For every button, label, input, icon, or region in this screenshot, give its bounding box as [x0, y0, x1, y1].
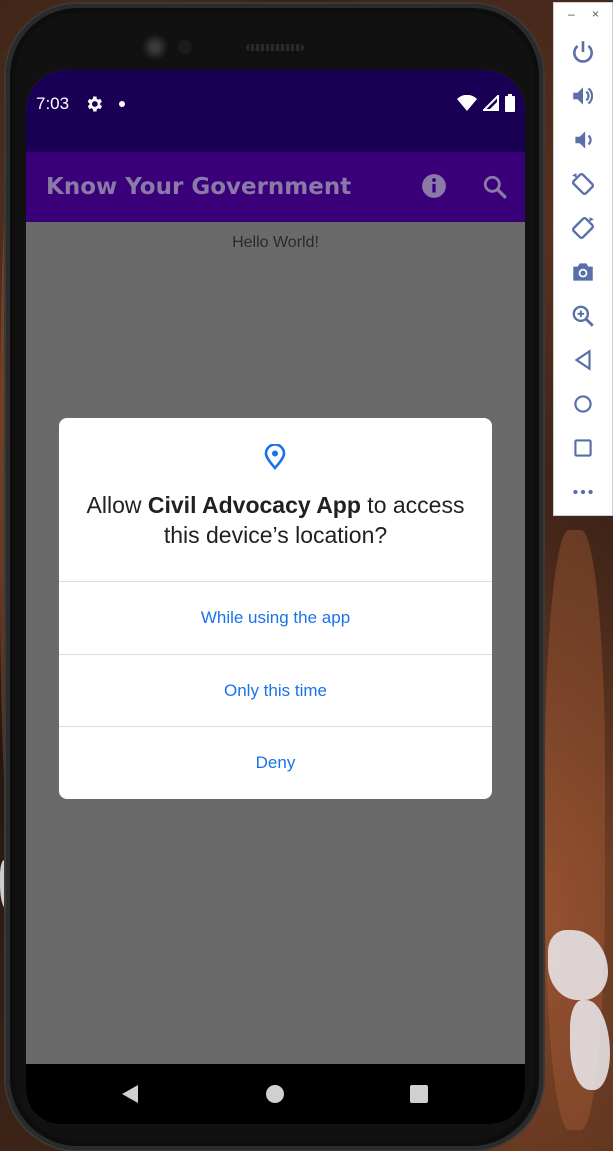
status-bar: 7:03	[26, 70, 525, 152]
hello-text: Hello World!	[232, 234, 319, 251]
device-screen: 7:03 Know Your Government Hello World! A…	[26, 70, 525, 1124]
info-icon[interactable]	[421, 173, 447, 199]
earpiece-speaker	[246, 44, 304, 51]
gear-icon	[87, 96, 102, 112]
dialog-message: Allow Civil Advocacy App to access this …	[69, 490, 482, 550]
home-icon[interactable]	[266, 1085, 284, 1103]
volume-down-icon[interactable]	[570, 127, 596, 153]
close-button[interactable]: ×	[592, 7, 599, 21]
navigation-bar	[26, 1064, 525, 1124]
location-pin-icon	[264, 444, 286, 470]
home-icon[interactable]	[570, 391, 596, 417]
back-icon[interactable]	[120, 1084, 140, 1104]
camera-icon[interactable]	[570, 259, 596, 285]
emulator-toolbar: – ×	[553, 2, 613, 516]
background-snow	[570, 1000, 610, 1090]
power-icon[interactable]	[570, 39, 596, 65]
battery-icon	[505, 94, 515, 112]
while-using-app-button[interactable]: While using the app	[59, 582, 492, 654]
dialog-message-prefix: Allow	[86, 492, 148, 518]
rotate-left-icon[interactable]	[570, 171, 596, 197]
window-controls: – ×	[554, 7, 612, 25]
location-permission-dialog: Allow Civil Advocacy App to access this …	[59, 418, 492, 799]
front-sensor	[178, 40, 192, 54]
deny-button[interactable]: Deny	[59, 727, 492, 799]
notification-dot	[119, 101, 125, 107]
volume-up-icon[interactable]	[570, 83, 596, 109]
wifi-icon	[457, 95, 477, 111]
only-this-time-button[interactable]: Only this time	[59, 655, 492, 727]
signal-icon	[483, 95, 499, 111]
zoom-icon[interactable]	[570, 303, 596, 329]
status-time: 7:03	[36, 94, 70, 113]
minimize-button[interactable]: –	[568, 7, 575, 21]
rotate-right-icon[interactable]	[570, 215, 596, 241]
app-title: Know Your Government	[46, 174, 352, 200]
system-icons	[457, 94, 515, 112]
recents-icon[interactable]	[410, 1085, 428, 1103]
only-this-time-label: Only this time	[224, 681, 327, 700]
front-camera	[142, 34, 168, 60]
app-bar: Know Your Government	[26, 152, 525, 222]
back-icon[interactable]	[570, 347, 596, 373]
search-icon[interactable]	[482, 174, 508, 200]
phone-frame: 7:03 Know Your Government Hello World! A…	[6, 4, 543, 1150]
overview-icon[interactable]	[570, 435, 596, 461]
while-using-app-label: While using the app	[200, 608, 351, 627]
more-icon[interactable]	[570, 479, 596, 505]
deny-label: Deny	[255, 753, 296, 772]
dialog-app-name: Civil Advocacy App	[147, 492, 361, 518]
